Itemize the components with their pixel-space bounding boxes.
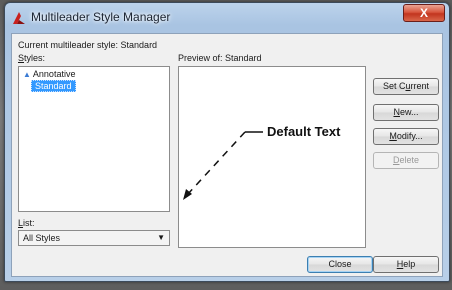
dialog-client-area: Current multileader style: Standard Styl…: [11, 33, 443, 277]
set-current-button[interactable]: Set Current: [373, 78, 439, 95]
chevron-down-icon[interactable]: ▼: [157, 231, 165, 245]
preview-label: Preview of: Standard: [178, 53, 262, 63]
leader-preview-graphic: [183, 131, 263, 200]
button-label-post: elete: [399, 155, 420, 165]
new-button[interactable]: New...: [373, 104, 439, 121]
delete-button[interactable]: Delete: [373, 152, 439, 169]
current-style-label: Current multileader style: Standard: [18, 40, 158, 50]
modify-button[interactable]: Modify...: [373, 128, 439, 145]
style-preview-pane: Default Text: [178, 66, 366, 248]
window-title: Multileader Style Manager: [31, 10, 171, 24]
button-label-post: elp: [403, 259, 416, 269]
style-item-label: Standard: [35, 81, 72, 91]
button-access-key: M: [389, 131, 397, 141]
list-label: List:: [18, 218, 35, 228]
close-icon: X: [419, 6, 428, 20]
screenshot-page: Multileader Style Manager X Current mult…: [0, 0, 452, 290]
list-filter-dropdown[interactable]: All Styles ▼: [18, 230, 170, 246]
title-bar[interactable]: Multileader Style Manager X: [5, 3, 449, 33]
button-label-pre: Set C: [382, 81, 406, 91]
styles-label-rest: tyles:: [24, 53, 46, 63]
window-close-button[interactable]: X: [403, 4, 445, 22]
style-item-label: Annotative: [32, 69, 76, 79]
list-label-rest: ist:: [23, 218, 35, 228]
button-label-post: ew...: [399, 107, 419, 117]
annotative-triangle-icon: ▲: [23, 70, 31, 79]
dialog-window: Multileader Style Manager X Current mult…: [4, 2, 450, 282]
help-button[interactable]: Help: [373, 256, 439, 273]
styles-listbox[interactable]: ▲ Annotative Standard: [18, 66, 170, 212]
style-item-annotative[interactable]: ▲ Annotative: [23, 69, 75, 79]
autocad-icon: [13, 12, 25, 24]
style-item-standard[interactable]: Standard: [31, 80, 76, 92]
leader-line: [186, 131, 246, 196]
close-button[interactable]: Close: [307, 256, 373, 273]
preview-sample-text: Default Text: [267, 124, 341, 139]
button-label-post: odify...: [396, 131, 423, 141]
list-filter-value: All Styles: [23, 233, 61, 243]
styles-label: Styles:: [18, 53, 45, 63]
button-label-post: rrent: [410, 81, 430, 91]
